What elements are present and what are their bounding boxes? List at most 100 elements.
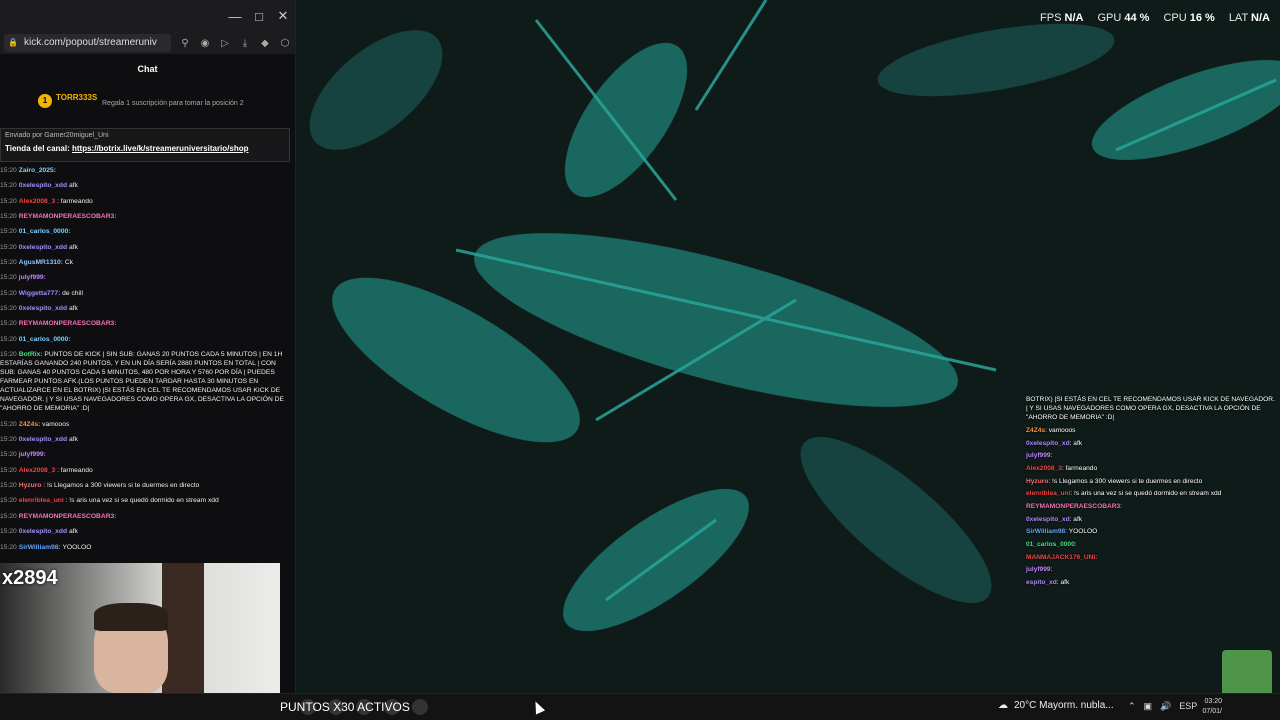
message-username[interactable]: julyf999: xyxy=(19,274,46,281)
minimize-button[interactable]: — xyxy=(223,9,247,24)
chat-message: 15:20 REYMAMONPERAESCOBAR3: xyxy=(0,512,290,521)
message-text: afk xyxy=(68,305,78,313)
overlay-message: : afk xyxy=(1069,515,1083,523)
message-username[interactable]: 0xelespito_xdd xyxy=(19,528,67,535)
chat-message: 15:20 Alex2008_3 : farmeando xyxy=(0,197,290,206)
message-username[interactable]: Z4Z4s: xyxy=(19,421,41,428)
top-gifter-name[interactable]: TORR333S xyxy=(56,93,97,102)
performance-overlay: FPS N/A GPU 44 % CPU 16 % LAT N/A xyxy=(1040,12,1270,24)
network-icon[interactable]: ▣ xyxy=(1144,701,1153,712)
message-username[interactable]: 0xelespito_xdd xyxy=(19,182,67,189)
message-time: 15:20 xyxy=(0,213,17,221)
clock[interactable]: 03:20 07/01/ xyxy=(1202,697,1222,717)
overlay-message: : xyxy=(1120,503,1122,510)
message-time: 15:20 xyxy=(0,197,17,205)
message-username[interactable]: Alex2008_3 xyxy=(19,198,55,205)
rank-badge: 1 xyxy=(38,94,52,108)
chat-message: 15:20 Wiggetta777: de chill xyxy=(0,289,290,298)
search-icon[interactable]: ⚲ xyxy=(179,38,191,49)
message-username[interactable]: 01_carlos_0000: xyxy=(19,336,71,343)
overlay-message: : !s aris una vez si se quedó dormido en… xyxy=(1070,490,1222,498)
overlay-message: : xyxy=(1050,566,1053,574)
cpu-stat: CPU 16 % xyxy=(1163,12,1215,24)
overlay-chat-line: elenriblea_uni: !s aris una vez si se qu… xyxy=(1026,489,1276,498)
message-username[interactable]: AgusMR1310: xyxy=(19,259,63,266)
chat-message: 15:20 0xelespito_xdd afk xyxy=(0,435,290,444)
message-username[interactable]: Wiggetta777: xyxy=(19,290,61,297)
combo-counter: x2894 xyxy=(2,567,58,589)
play-icon[interactable]: ▷ xyxy=(219,38,231,49)
message-username[interactable]: SirWilliam98: xyxy=(19,544,61,551)
message-text: Ck xyxy=(64,259,74,267)
message-text: YOOLOO xyxy=(62,543,92,551)
app-icon[interactable] xyxy=(412,699,428,715)
overlay-message: : !s Llegamos a 300 viewers si te duerme… xyxy=(1048,477,1203,485)
overlay-username: 0xelespito_xd xyxy=(1026,515,1070,523)
chat-message: 15:20 Alex2008_3 : farmeando xyxy=(0,466,290,475)
message-time: 15:20 xyxy=(0,436,17,444)
message-username[interactable]: Zairo_2025: xyxy=(19,167,56,174)
message-username[interactable]: 0xelespito_xdd xyxy=(19,244,67,251)
message-text: afk xyxy=(68,436,78,444)
overlay-chat-line: julyf999: xyxy=(1026,565,1276,574)
overlay-message: : afk xyxy=(1069,439,1083,447)
message-username[interactable]: 0xelespito_xdd xyxy=(19,305,67,312)
message-username[interactable]: Hyzuro xyxy=(19,482,42,489)
overlay-message: : vamooos xyxy=(1045,426,1076,434)
volume-icon[interactable]: 🔊 xyxy=(1160,701,1171,712)
chat-message: 15:20 Hyzuro : !s Llegamos a 300 viewers … xyxy=(0,481,290,490)
message-username[interactable]: julyf999: xyxy=(19,451,46,458)
message-username[interactable]: 01_carlos_0000: xyxy=(19,228,71,235)
message-username[interactable]: elenriblea_uni xyxy=(19,497,64,504)
maximize-button[interactable]: □ xyxy=(247,9,271,24)
message-time: 15:20 xyxy=(0,466,17,474)
overlay-message: BOTRIX) |SI ESTÁS EN CEL TE RECOMENDAMOS… xyxy=(1026,396,1275,422)
lat-stat: LAT N/A xyxy=(1228,12,1270,24)
overlay-username: Alex2008_3 xyxy=(1026,464,1062,472)
overlay-username: espito_xd xyxy=(1026,579,1057,587)
message-username[interactable]: REYMAMONPERAESCOBAR3: xyxy=(19,513,117,520)
extension-icon[interactable]: ◆ xyxy=(259,38,271,49)
message-time: 15:20 xyxy=(0,259,17,267)
gift-sub-prompt[interactable]: Regala 1 suscripción para tomar la posic… xyxy=(102,100,244,107)
overlay-message: : xyxy=(1074,541,1077,549)
message-time: 15:20 xyxy=(0,543,17,551)
overlay-chat-line: 0xelespito_xd: afk xyxy=(1026,515,1276,524)
message-text: : !s Llegamos a 300 viewers si te duerme… xyxy=(43,482,200,490)
message-time: 15:20 xyxy=(0,243,17,251)
message-text: de chill xyxy=(62,289,83,297)
message-username[interactable]: BotRix: xyxy=(19,351,43,358)
overlay-chat-line: espito_xd: afk xyxy=(1026,578,1276,587)
message-username[interactable]: 0xelespito_xdd xyxy=(19,436,67,443)
close-button[interactable]: ✕ xyxy=(271,8,295,24)
points-ticker: PUNTOS X30 ACTIVOS xyxy=(280,700,410,714)
overlay-chat-line: MANMAJACK176_UNI: xyxy=(1026,553,1276,562)
message-time: 15:20 xyxy=(0,528,17,536)
message-username[interactable]: REYMAMONPERAESCOBAR3: xyxy=(19,213,117,220)
chat-message: 15:20 0xelespito_xdd afk xyxy=(0,527,290,536)
message-username[interactable]: REYMAMONPERAESCOBAR3: xyxy=(19,320,117,327)
message-text: : farmeando xyxy=(57,466,93,474)
pinned-message: Enviado por Gamer20miguel_Uni Tienda del… xyxy=(0,128,290,162)
language-indicator[interactable]: ESP xyxy=(1179,701,1197,712)
message-username[interactable]: Alex2008_3 xyxy=(19,467,55,474)
streamer-hair xyxy=(94,603,168,631)
shop-link[interactable]: https://botrix.live/k/streameruniversita… xyxy=(72,144,249,153)
message-time: 15:20 xyxy=(0,320,17,328)
message-text: afk xyxy=(68,528,78,536)
overlay-username: julyf999 xyxy=(1026,566,1051,574)
shield-icon[interactable]: ◉ xyxy=(199,38,211,49)
message-text: vamooos xyxy=(42,420,70,428)
overlay-username: REYMAMONPERAESCOBAR3 xyxy=(1026,503,1121,510)
message-text: afk xyxy=(68,243,78,251)
cube-icon[interactable]: ⬡ xyxy=(279,38,291,49)
gpu-stat: GPU 44 % xyxy=(1097,12,1150,24)
overlay-chat-line: BOTRIX) |SI ESTÁS EN CEL TE RECOMENDAMOS… xyxy=(1026,395,1276,422)
url-field[interactable]: kick.com/popout/streameruniv xyxy=(4,34,171,52)
overlay-chat-line: 01_carlos_0000: xyxy=(1026,540,1276,549)
chat-message: 15:20 Z4Z4s: vamooos xyxy=(0,420,290,429)
chat-message: 15:20 0xelespito_xdd afk xyxy=(0,243,290,252)
chevron-up-icon[interactable]: ⌃ xyxy=(1128,701,1136,712)
download-icon[interactable]: ⤓ xyxy=(239,38,251,49)
weather-widget[interactable]: ☁ 20°C Mayorm. nubla... xyxy=(998,700,1114,711)
